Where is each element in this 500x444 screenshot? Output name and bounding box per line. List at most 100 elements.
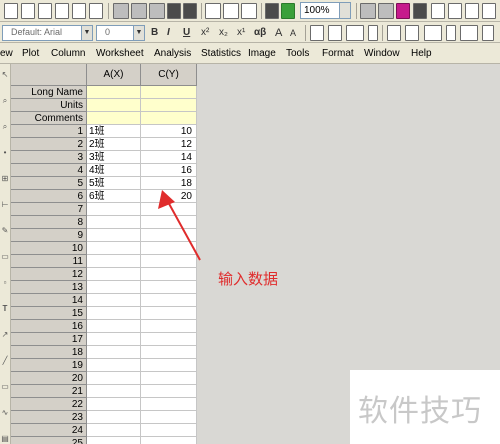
italic-button[interactable]: I	[167, 27, 170, 39]
meta-cell-a[interactable]	[87, 86, 141, 99]
duplicate-icon[interactable]	[396, 3, 410, 19]
align-center-icon[interactable]	[328, 25, 342, 41]
bold-button[interactable]: B	[151, 27, 158, 39]
zoom-out-icon[interactable]: ⌕	[1, 122, 9, 132]
fill-color-icon[interactable]	[424, 25, 442, 41]
data-cell-c[interactable]	[141, 294, 197, 307]
data-cell-a[interactable]	[87, 242, 141, 255]
row-number[interactable]: 18	[11, 346, 87, 359]
meta-cell-a[interactable]	[87, 99, 141, 112]
line-tool-icon[interactable]: ╱	[1, 356, 9, 366]
recalculate-icon[interactable]	[265, 3, 279, 19]
font-color-icon[interactable]	[346, 25, 364, 41]
new-notes-icon[interactable]	[89, 3, 103, 19]
row-number[interactable]: 3	[11, 151, 87, 164]
subscript-button[interactable]: x₂	[219, 27, 228, 39]
data-cell-a[interactable]	[87, 424, 141, 437]
data-cell-c[interactable]: 10	[141, 125, 197, 138]
data-cell-c[interactable]	[141, 320, 197, 333]
superscript-button[interactable]: x²	[201, 27, 209, 39]
data-reader-icon[interactable]: ⊞	[1, 174, 9, 184]
data-cell-a[interactable]	[87, 203, 141, 216]
menu-image[interactable]: Image	[248, 47, 276, 60]
data-cell-c[interactable]: 16	[141, 164, 197, 177]
data-cell-c[interactable]	[141, 398, 197, 411]
line-style-icon[interactable]	[387, 25, 401, 41]
row-number[interactable]: 20	[11, 372, 87, 385]
meta-cell-c[interactable]	[141, 99, 197, 112]
data-cell-c[interactable]	[141, 385, 197, 398]
data-cell-a[interactable]	[87, 333, 141, 346]
data-cell-c[interactable]	[141, 372, 197, 385]
color-dropdown-icon[interactable]	[368, 25, 378, 41]
border-icon[interactable]	[405, 25, 419, 41]
film-icon[interactable]	[413, 3, 427, 19]
data-cell-a[interactable]	[87, 216, 141, 229]
row-number[interactable]: 11	[11, 255, 87, 268]
data-cell-c[interactable]	[141, 307, 197, 320]
row-number[interactable]: 25	[11, 437, 87, 444]
row-number[interactable]: 2	[11, 138, 87, 151]
row-number[interactable]: 6	[11, 190, 87, 203]
row-number[interactable]: 23	[11, 411, 87, 424]
zoom-dropdown-icon[interactable]	[339, 2, 351, 19]
data-cell-c[interactable]	[141, 359, 197, 372]
row-number[interactable]: 10	[11, 242, 87, 255]
data-selector-icon[interactable]: ⊢	[1, 200, 9, 210]
line-color-icon[interactable]	[460, 25, 478, 41]
curve-tool-icon[interactable]: ∿	[1, 408, 9, 418]
row-number[interactable]: 4	[11, 164, 87, 177]
new-function-icon[interactable]	[72, 3, 86, 19]
align-left-icon[interactable]	[310, 25, 324, 41]
code-builder-icon[interactable]	[465, 3, 479, 19]
command-window-icon[interactable]	[448, 3, 462, 19]
annotation-tool-icon[interactable]: ▤	[1, 434, 9, 444]
data-cell-c[interactable]	[141, 268, 197, 281]
menu-help[interactable]: Help	[411, 47, 432, 60]
underline-button[interactable]: U	[183, 27, 190, 39]
data-cell-a[interactable]	[87, 359, 141, 372]
data-cell-a[interactable]	[87, 229, 141, 242]
data-cell-c[interactable]	[141, 411, 197, 424]
data-cell-c[interactable]	[141, 333, 197, 346]
row-label[interactable]: Units	[11, 99, 87, 112]
row-number[interactable]: 19	[11, 359, 87, 372]
screen-reader-icon[interactable]: •	[1, 148, 9, 158]
open-template-icon[interactable]	[131, 3, 147, 19]
data-cell-a[interactable]: 4班	[87, 164, 141, 177]
decrease-font-button[interactable]: A	[290, 27, 296, 39]
menu-view[interactable]: ew	[0, 47, 13, 60]
row-number[interactable]: 13	[11, 281, 87, 294]
data-cell-c[interactable]	[141, 281, 197, 294]
data-cell-a[interactable]	[87, 372, 141, 385]
menu-statistics[interactable]: Statistics	[201, 47, 241, 60]
save-icon[interactable]	[167, 3, 181, 19]
data-cell-a[interactable]	[87, 255, 141, 268]
column-header-a[interactable]: A(X)	[87, 64, 141, 86]
row-number[interactable]: 1	[11, 125, 87, 138]
results-log-icon[interactable]	[431, 3, 445, 19]
font-name-select[interactable]: Default: Arial	[2, 25, 82, 41]
refresh-icon[interactable]	[281, 3, 295, 19]
data-cell-c[interactable]: 14	[141, 151, 197, 164]
import-multiple-ascii-icon[interactable]	[223, 3, 239, 19]
save-template-icon[interactable]	[183, 3, 197, 19]
row-number[interactable]: 16	[11, 320, 87, 333]
meta-cell-c[interactable]	[141, 86, 197, 99]
menu-analysis[interactable]: Analysis	[154, 47, 191, 60]
data-cell-a[interactable]	[87, 346, 141, 359]
data-cell-a[interactable]	[87, 320, 141, 333]
data-cell-a[interactable]	[87, 307, 141, 320]
row-label[interactable]: Long Name	[11, 86, 87, 99]
menu-plot[interactable]: Plot	[22, 47, 39, 60]
row-number[interactable]: 22	[11, 398, 87, 411]
data-cell-a[interactable]	[87, 411, 141, 424]
meta-cell-c[interactable]	[141, 112, 197, 125]
data-cell-a[interactable]: 1班	[87, 125, 141, 138]
data-cell-a[interactable]: 2班	[87, 138, 141, 151]
arrow-tool-icon[interactable]: ↗	[1, 330, 9, 340]
row-number[interactable]: 8	[11, 216, 87, 229]
zoom-field[interactable]: 100%	[300, 2, 340, 19]
pointer-icon[interactable]: ↖	[1, 70, 9, 80]
new-project-icon[interactable]	[4, 3, 18, 19]
